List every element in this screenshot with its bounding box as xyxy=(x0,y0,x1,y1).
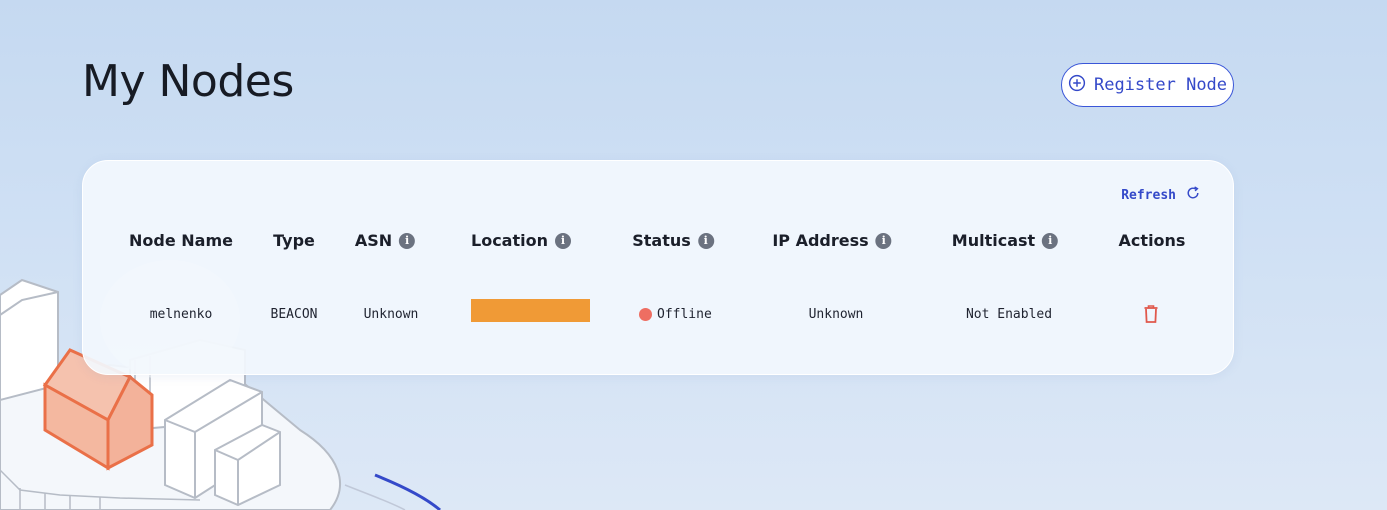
node-name-cell: melnenko xyxy=(149,307,213,322)
asn-cell: Unknown xyxy=(363,307,419,322)
column-header-asn: ASN i xyxy=(354,231,416,250)
plus-circle-icon xyxy=(1068,74,1086,97)
refresh-label: Refresh xyxy=(1121,187,1176,203)
status-cell: Offline xyxy=(639,307,712,322)
column-header-type: Type xyxy=(273,231,315,250)
column-label: Status xyxy=(632,231,691,250)
info-icon[interactable]: i xyxy=(399,232,416,249)
status-label: Offline xyxy=(657,307,712,322)
column-label: Node Name xyxy=(129,231,233,250)
column-label: Location xyxy=(471,231,548,250)
column-label: Type xyxy=(273,231,315,250)
column-label: IP Address xyxy=(772,231,869,250)
refresh-button[interactable]: Refresh xyxy=(1121,185,1201,205)
info-icon[interactable]: i xyxy=(1042,232,1059,249)
info-icon[interactable]: i xyxy=(697,232,714,249)
page-title: My Nodes xyxy=(82,56,294,107)
register-node-button[interactable]: Register Node xyxy=(1061,63,1234,107)
column-header-actions: Actions xyxy=(1119,231,1186,250)
column-header-location: Location i xyxy=(471,231,571,250)
nodes-table-card: Refresh Node Name Type ASN i Location i … xyxy=(82,160,1234,375)
column-label: Actions xyxy=(1118,231,1186,250)
column-header-multicast: Multicast i xyxy=(951,231,1059,250)
multicast-cell: Not Enabled xyxy=(965,307,1053,322)
column-header-status: Status i xyxy=(632,231,714,250)
info-icon[interactable]: i xyxy=(875,232,892,249)
type-cell: BEACON xyxy=(270,307,318,322)
column-label: Multicast xyxy=(951,231,1036,250)
trash-icon xyxy=(1144,305,1158,323)
column-label: ASN xyxy=(354,231,393,250)
location-cell-bar xyxy=(471,299,590,322)
ip-address-cell: Unknown xyxy=(808,307,864,322)
column-header-node-name: Node Name xyxy=(129,231,233,250)
refresh-icon xyxy=(1185,185,1201,205)
info-icon[interactable]: i xyxy=(554,232,571,249)
column-header-ip-address: IP Address i xyxy=(772,231,892,250)
delete-node-button[interactable] xyxy=(1144,305,1158,323)
register-node-label: Register Node xyxy=(1093,75,1228,95)
status-dot xyxy=(639,308,652,321)
